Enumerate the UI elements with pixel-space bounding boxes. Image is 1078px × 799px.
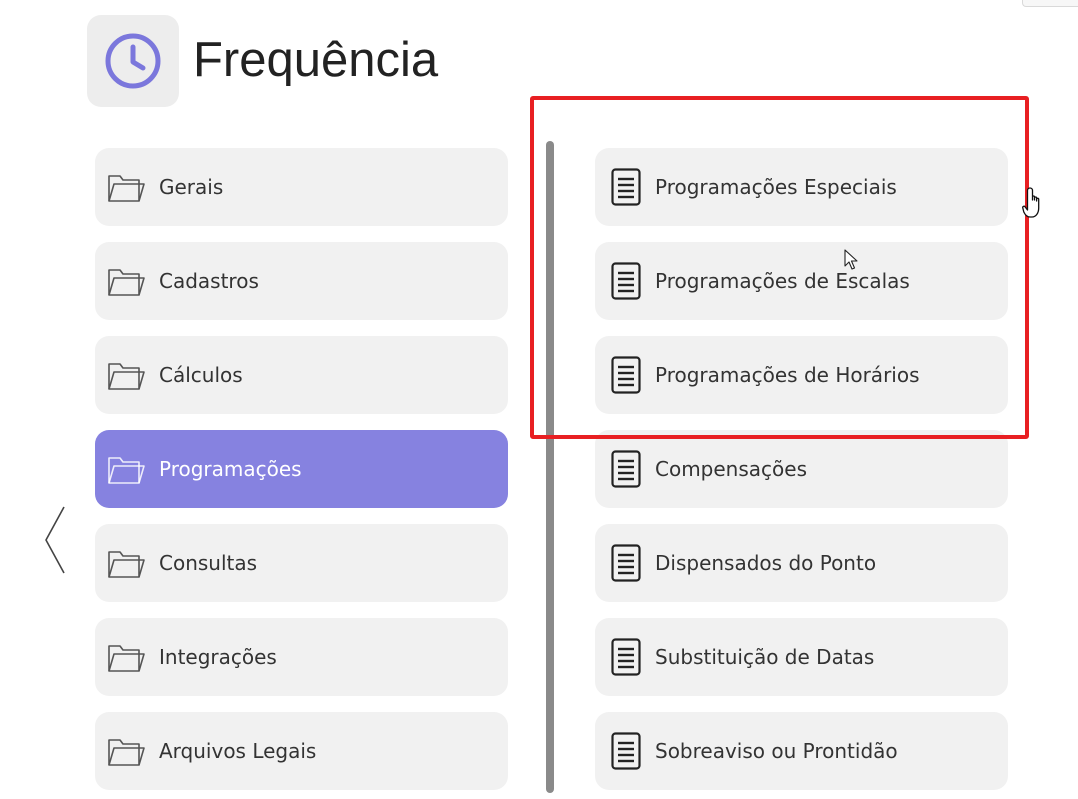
header-icon-box (87, 15, 179, 107)
category-item-arquivos-legais[interactable]: Arquivos Legais (95, 712, 508, 790)
category-item-cadastros[interactable]: Cadastros (95, 242, 508, 320)
clock-icon (105, 33, 161, 89)
folder-icon (108, 645, 145, 672)
document-icon (611, 638, 641, 676)
subitem-programacoes-de-escalas[interactable]: Programações de Escalas (595, 242, 1008, 320)
back-arrow-icon[interactable] (40, 505, 68, 575)
subitem-programacoes-especiais[interactable]: Programações Especiais (595, 148, 1008, 226)
document-icon (611, 732, 641, 770)
subitem-label: Programações de Horários (655, 363, 920, 387)
category-item-label: Arquivos Legais (159, 739, 317, 763)
page-title: Frequência (193, 33, 439, 87)
document-icon (611, 356, 641, 394)
document-icon (611, 168, 641, 206)
category-item-label: Programações (159, 457, 302, 481)
subitem-substituicao-de-datas[interactable]: Substituição de Datas (595, 618, 1008, 696)
document-icon (611, 544, 641, 582)
subitem-label: Programações de Escalas (655, 269, 910, 293)
hand-cursor-icon (1022, 187, 1040, 218)
subitem-label: Sobreaviso ou Prontidão (655, 739, 898, 763)
folder-icon (108, 269, 145, 296)
folder-icon (108, 739, 145, 766)
category-item-calculos[interactable]: Cálculos (95, 336, 508, 414)
scrollbar[interactable] (546, 141, 554, 793)
document-icon (611, 450, 641, 488)
subitem-compensacoes[interactable]: Compensações (595, 430, 1008, 508)
top-corner-edge (1022, 0, 1078, 7)
subitem-label: Dispensados do Ponto (655, 551, 877, 575)
category-item-label: Consultas (159, 551, 258, 575)
category-item-integracoes[interactable]: Integrações (95, 618, 508, 696)
category-item-label: Cadastros (159, 269, 259, 293)
subitem-label: Compensações (655, 457, 807, 481)
category-item-label: Gerais (159, 175, 224, 199)
folder-icon (108, 363, 145, 390)
category-item-gerais[interactable]: Gerais (95, 148, 508, 226)
category-item-programacoes[interactable]: Programações (95, 430, 508, 508)
subitem-sobreaviso-ou-prontidao[interactable]: Sobreaviso ou Prontidão (595, 712, 1008, 790)
folder-icon (108, 175, 145, 202)
subitem-dispensados-do-ponto[interactable]: Dispensados do Ponto (595, 524, 1008, 602)
category-item-label: Integrações (159, 645, 277, 669)
subitem-label: Substituição de Datas (655, 645, 875, 669)
category-item-label: Cálculos (159, 363, 243, 387)
folder-icon (108, 551, 145, 578)
subitem-label: Programações Especiais (655, 175, 897, 199)
category-item-consultas[interactable]: Consultas (95, 524, 508, 602)
page: Frequência Gerais Cadastros Cálculos Pro… (0, 0, 1078, 799)
subitem-programacoes-de-horarios[interactable]: Programações de Horários (595, 336, 1008, 414)
document-icon (611, 262, 641, 300)
pointer-cursor-icon (844, 249, 858, 270)
folder-icon (108, 457, 145, 484)
